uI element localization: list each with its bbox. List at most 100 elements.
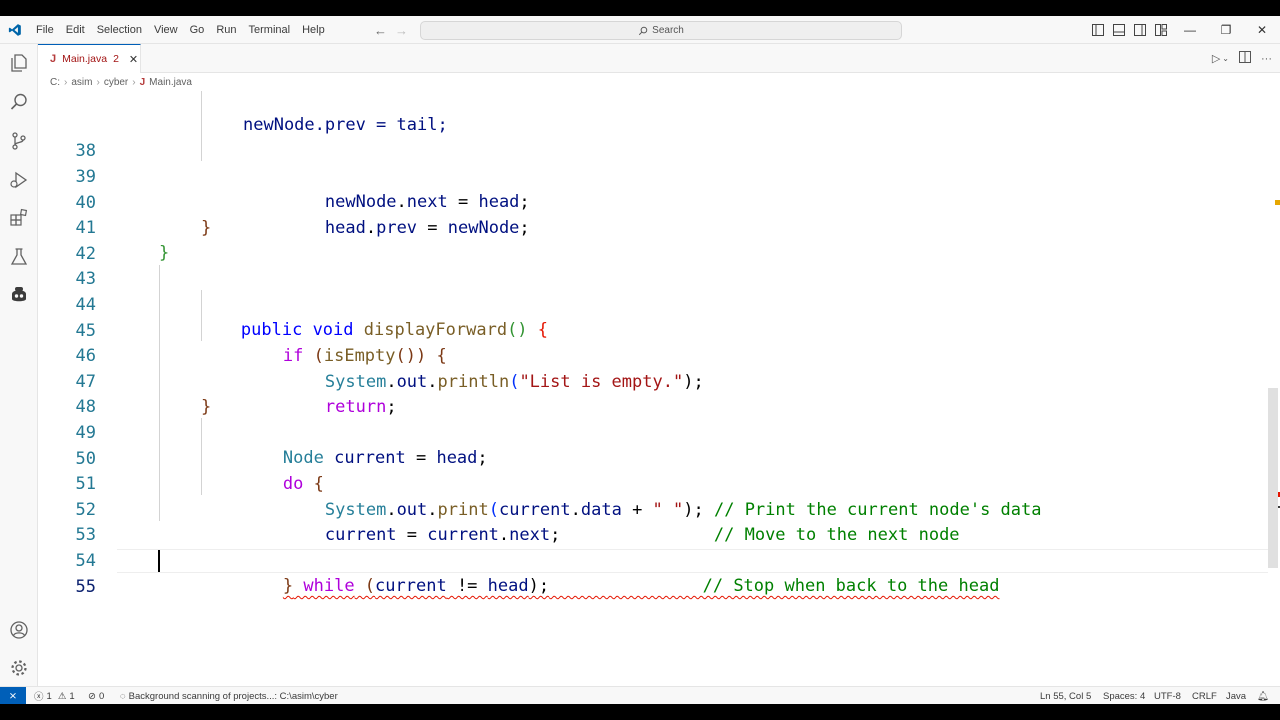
code-token: ); (528, 575, 550, 596)
layout-controls (1090, 16, 1168, 44)
code-line: newNode.prev = tail; (38, 91, 1268, 135)
menu-selection[interactable]: Selection (91, 16, 148, 44)
run-debug-icon[interactable] (7, 168, 31, 192)
accounts-icon[interactable] (7, 618, 31, 642)
ports-icon: ⊘ (88, 690, 96, 702)
ports-indicator[interactable]: ⊘ 0 (88, 687, 104, 704)
code-line: 38 newNode.next = head; (38, 113, 1268, 212)
notifications-bell-icon[interactable]: 🔔︎ (1257, 687, 1269, 704)
navigation-arrows: ← → (374, 16, 408, 44)
warning-count: 1 (69, 690, 75, 702)
line-number: 55 (75, 576, 96, 597)
menu-edit[interactable]: Edit (60, 16, 91, 44)
copilot-icon[interactable] (7, 283, 31, 307)
breadcrumb-drive[interactable]: C: (50, 77, 60, 88)
source-control-icon[interactable] (7, 129, 31, 153)
editor-tab-bar: J Main.java 2 ✕ ▷ ⌄ ··· (38, 44, 1280, 73)
extensions-icon[interactable] (7, 206, 31, 230)
code-editor[interactable]: newNode.prev = tail; 38 newNode.next = h… (38, 91, 1280, 686)
error-squiggle[interactable]: } while (current != head); // Stop when … (283, 576, 1000, 596)
search-icon (639, 26, 648, 35)
code-line: 40 } (38, 165, 1268, 239)
code-token: current (375, 575, 447, 596)
code-line: 47 } (38, 344, 1268, 418)
activity-bar (0, 44, 38, 686)
vscode-window: File Edit Selection View Go Run Terminal… (0, 16, 1280, 704)
code-line: 52 (38, 472, 1268, 520)
overview-warning-mark (1275, 200, 1280, 205)
menu-terminal[interactable]: Terminal (243, 16, 297, 44)
settings-gear-icon[interactable] (7, 656, 31, 680)
code-token: } (282, 575, 294, 596)
problems-indicator[interactable]: ⓧ 1 ⚠ 1 (34, 687, 75, 704)
menu-go[interactable]: Go (184, 16, 211, 44)
testing-flask-icon[interactable] (7, 245, 31, 269)
background-task-status[interactable]: ◌ Background scanning of projects...: C:… (120, 687, 338, 704)
search-label: Search (652, 25, 684, 36)
menu-run[interactable]: Run (210, 16, 242, 44)
tab-problem-count: 2 (113, 53, 119, 65)
code-line: 54 (38, 523, 1268, 571)
language-mode[interactable]: Java (1226, 687, 1246, 704)
menu-help[interactable]: Help (296, 16, 331, 44)
close-window-icon[interactable]: ✕ (1244, 16, 1280, 44)
toggle-secondary-sidebar-icon[interactable] (1132, 23, 1147, 38)
indentation-setting[interactable]: Spaces: 4 (1103, 687, 1145, 704)
breadcrumb-file[interactable]: Main.java (149, 77, 192, 88)
code-token: != (446, 575, 488, 596)
forward-arrow-icon[interactable]: → (395, 23, 408, 38)
breadcrumb-folder-asim[interactable]: asim (71, 77, 92, 88)
vscode-logo-icon[interactable] (0, 16, 30, 44)
menu-view[interactable]: View (148, 16, 184, 44)
explorer-icon[interactable] (7, 51, 31, 75)
code-line: 44 if (isEmpty()) { (38, 267, 1268, 366)
error-icon: ⓧ (34, 692, 44, 703)
code-line: 51 current = current.next; // Move to th… (38, 446, 1268, 545)
search-view-icon[interactable] (7, 90, 31, 114)
toggle-primary-sidebar-icon[interactable] (1090, 23, 1105, 38)
code-line: 53 } while (current != head); // Stop wh… (38, 497, 1268, 596)
eol-setting[interactable]: CRLF (1192, 687, 1217, 704)
ports-count: 0 (98, 690, 105, 702)
menu-bar: File Edit Selection View Go Run Terminal… (30, 16, 331, 44)
command-center-search[interactable]: Search (420, 21, 902, 40)
code-line: 55 (38, 549, 1268, 597)
more-actions-icon[interactable]: ··· (1261, 53, 1272, 65)
code-line: 49 do { (38, 395, 1268, 494)
scan-status-text: Background scanning of projects...: C:\a… (128, 690, 338, 702)
restore-icon[interactable]: ❐ (1208, 16, 1244, 44)
vertical-scrollbar[interactable] (1268, 388, 1278, 568)
text-cursor (158, 550, 160, 572)
error-count: 1 (46, 690, 52, 702)
run-java-icon[interactable]: ▷ (1212, 52, 1220, 65)
encoding-setting[interactable]: UTF-8 (1154, 687, 1181, 704)
tab-filename: Main.java (62, 53, 108, 65)
split-editor-icon[interactable] (1239, 51, 1251, 66)
java-file-icon: J (50, 53, 57, 65)
code-line: 50 System.out.print(current.data + " ");… (38, 421, 1268, 520)
tab-main-java[interactable]: J Main.java 2 ✕ (38, 44, 141, 73)
breadcrumb-folder-cyber[interactable]: cyber (104, 77, 128, 88)
run-dropdown-chevron-icon[interactable]: ⌄ (1222, 54, 1229, 63)
cursor-position[interactable]: Ln 55, Col 5 (1040, 687, 1091, 704)
loading-spinner-icon: ◌ (120, 690, 126, 702)
code-line: 43 public void displayForward() { (38, 241, 1268, 340)
status-bar: ⨯ ⓧ 1 ⚠ 1 ⊘ 0 ◌ Background scanning of p… (0, 686, 1280, 704)
close-icon[interactable]: ✕ (129, 53, 138, 66)
code-line: 39 head.prev = newNode; (38, 139, 1268, 238)
chevron-right-icon: › (132, 76, 136, 88)
window-controls: — ❐ ✕ (1172, 16, 1280, 44)
code-line: 41 } (38, 190, 1268, 264)
back-arrow-icon[interactable]: ← (374, 23, 387, 38)
warning-icon: ⚠ (57, 690, 67, 702)
code-line: 48 Node current = head; (38, 369, 1268, 468)
code-line: 46 return; (38, 318, 1268, 417)
toggle-panel-icon[interactable] (1111, 23, 1126, 38)
breadcrumb: C: › asim › cyber › J Main.java (50, 73, 192, 91)
menu-file[interactable]: File (30, 16, 60, 44)
minimize-icon[interactable]: — (1172, 16, 1208, 44)
code-token: while (293, 575, 355, 596)
code-line: 45 System.out.println("List is empty."); (38, 293, 1268, 392)
customize-layout-icon[interactable] (1153, 23, 1168, 38)
remote-indicator-icon[interactable]: ⨯ (0, 687, 26, 704)
